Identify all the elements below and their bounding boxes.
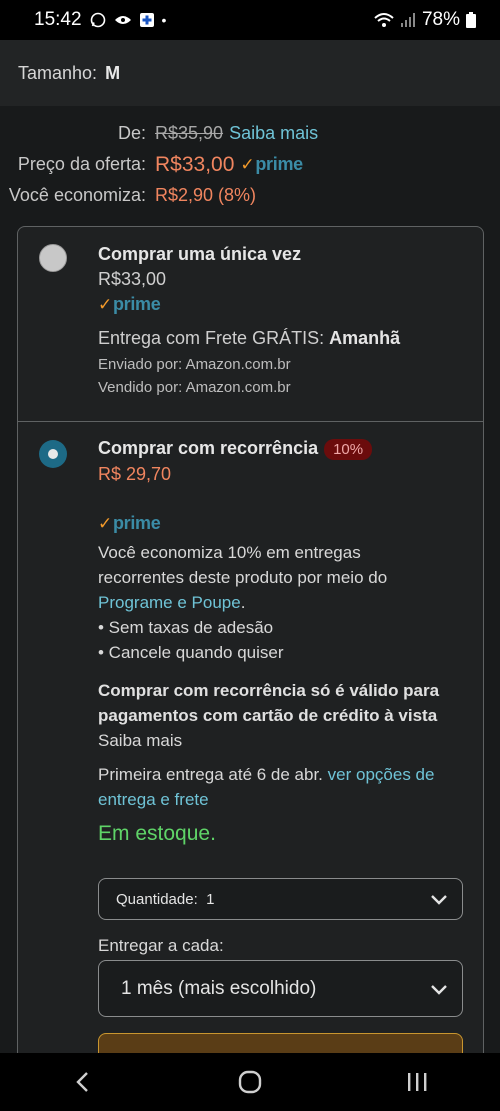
offer-price-value: R$33,00: [155, 152, 235, 176]
delivery-options-link-cont[interactable]: entrega e frete: [98, 787, 468, 812]
recurring-content: Comprar com recorrência 10% R$ 29,70 ✓ pri…: [98, 438, 468, 846]
savings-label: Você economiza:: [8, 185, 146, 205]
savings-row: Você economiza: R$2,90 (8%): [0, 180, 500, 211]
offer-price-label: Preço da oferta:: [17, 154, 146, 174]
wifi-icon: [374, 12, 394, 28]
prime-check-icon: ✓: [98, 294, 112, 314]
shipped-by: Enviado por: Amazon.com.br: [98, 356, 291, 373]
clock: 15:42: [34, 9, 82, 30]
prime-check-icon: ✓: [98, 513, 112, 533]
size-selector[interactable]: Tamanho: M: [0, 40, 500, 106]
first-delivery: Primeira entrega até 6 de abr. ver opçõe…: [98, 762, 468, 812]
offer-price-row: Preço da oferta: R$33,00 ✓ prime: [0, 149, 500, 180]
prime-logo: ✓ prime: [240, 154, 303, 174]
home-icon: [238, 1070, 262, 1094]
sold-by: Vendido por: Amazon.com.br: [98, 379, 291, 396]
learn-more-link[interactable]: Saiba mais: [229, 123, 318, 144]
recurring-title: Comprar com recorrência 10%: [98, 438, 468, 460]
recurring-description: Você economiza 10% em entregas recorrent…: [98, 540, 468, 665]
battery-icon: [466, 12, 476, 28]
one-time-option[interactable]: Comprar uma única vez R$33,00 ✓ prime Ent…: [18, 227, 483, 422]
one-time-price: R$33,00: [98, 269, 167, 289]
list-price-label: De:: [117, 123, 146, 143]
notification-dot-icon: •: [161, 12, 167, 28]
recurring-radio[interactable]: [39, 440, 67, 468]
payment-notice: Comprar com recorrência só é válido para…: [98, 681, 440, 725]
one-time-content: Comprar uma única vez R$33,00 ✓ prime Ent…: [98, 244, 468, 396]
back-button[interactable]: [53, 1062, 113, 1102]
purchase-options: Comprar uma única vez R$33,00 ✓ prime Ent…: [17, 226, 484, 1111]
discount-badge: 10%: [324, 439, 373, 460]
savings-value: R$2,90 (8%): [155, 185, 257, 205]
recents-button[interactable]: [387, 1062, 447, 1102]
signal-icon: [400, 12, 416, 28]
size-value: M: [105, 62, 121, 83]
quantity-select[interactable]: Quantidade: 1: [98, 878, 463, 920]
whatsapp-icon: [90, 12, 106, 28]
chevron-down-icon: [431, 984, 447, 995]
one-time-title: Comprar uma única vez: [98, 244, 302, 264]
android-nav-bar: [0, 1053, 500, 1111]
home-button[interactable]: [220, 1062, 280, 1102]
status-right: 78%: [374, 9, 476, 31]
chevron-down-icon: [431, 895, 447, 905]
stock-status: Em estoque.: [98, 822, 216, 845]
list-price-value: R$35,90: [155, 123, 224, 143]
one-time-delivery: Entrega com Frete GRÁTIS: Amanhã: [98, 328, 401, 348]
status-bar: 15:42 • 78%: [0, 0, 500, 40]
size-label: Tamanho:: [18, 62, 98, 83]
recurring-price: R$ 29,70: [98, 464, 172, 484]
one-time-radio[interactable]: [39, 244, 67, 272]
recurring-prime-logo: ✓ prime: [98, 513, 161, 533]
frequency-label: Entregar a cada:: [98, 936, 224, 955]
quantity-value: 1: [206, 890, 215, 908]
list-price-row: De: R$35,90 Saiba mais: [0, 118, 500, 149]
bullet-no-fees: • Sem taxas de adesão: [98, 618, 274, 637]
battery-percent: 78%: [421, 9, 460, 30]
status-left: 15:42 •: [34, 9, 166, 31]
prime-check-icon: ✓: [240, 154, 255, 174]
quantity-label: Quantidade:: [116, 890, 198, 908]
bullet-cancel: • Cancele quando quiser: [98, 643, 284, 662]
delivery-day: Amanhã: [329, 328, 401, 348]
program-link[interactable]: Programe e Poupe: [98, 593, 241, 612]
medical-icon: [139, 13, 154, 27]
one-time-prime-logo: ✓ prime: [98, 294, 161, 314]
back-icon: [76, 1072, 89, 1092]
price-table: De: R$35,90 Saiba mais Preço da oferta: …: [0, 118, 500, 211]
frequency-value: 1 mês (mais escolhido): [121, 977, 317, 999]
recents-icon: [407, 1073, 427, 1091]
notice-learn-more-link[interactable]: Saiba mais: [98, 728, 468, 753]
eye-icon: [114, 14, 132, 26]
frequency-select[interactable]: 1 mês (mais escolhido): [98, 960, 463, 1017]
delivery-options-link[interactable]: ver opções de: [328, 765, 435, 784]
